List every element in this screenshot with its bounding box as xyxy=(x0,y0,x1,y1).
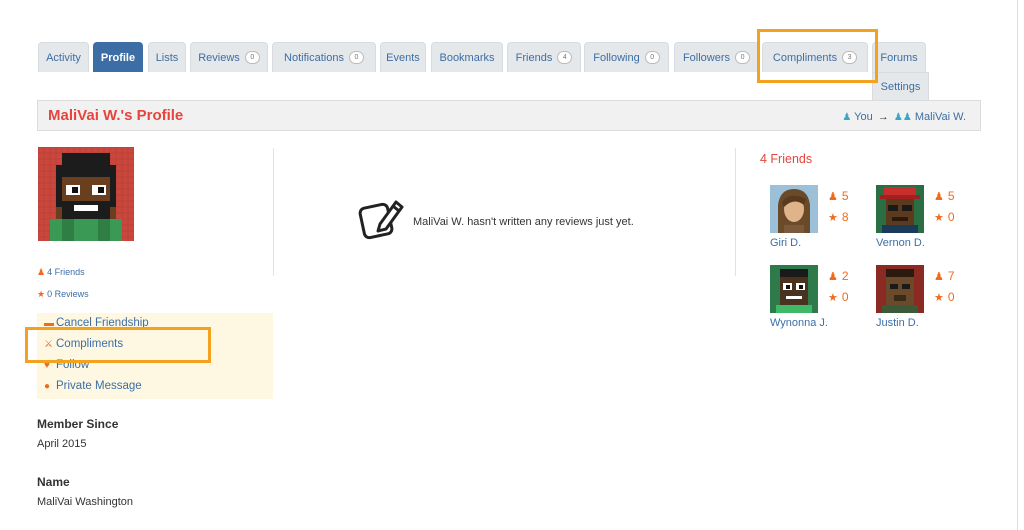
friends-stat-link[interactable]: ♟ 4 Friends xyxy=(37,267,85,278)
tab-settings[interactable]: Settings xyxy=(872,72,929,100)
friend-reviews-count: ★ 0 xyxy=(934,290,955,304)
breadcrumb-user-link[interactable]: MaliVai W. xyxy=(915,111,966,123)
friend-avatar[interactable] xyxy=(770,265,818,313)
compliments-tab-highlight xyxy=(757,29,878,83)
friend-card[interactable]: Wynonna J. ♟ 2 ★ 0 xyxy=(770,265,870,335)
star-icon: ★ xyxy=(828,292,838,304)
star-icon: ★ xyxy=(934,292,944,304)
users-icon: ♟ xyxy=(828,191,838,203)
notifications-count-badge: 0 xyxy=(348,50,364,64)
friend-friends-count: ♟ 7 xyxy=(934,269,955,283)
empty-reviews-message: MaliVai W. hasn't written any reviews ju… xyxy=(413,216,634,228)
friend-avatar[interactable] xyxy=(876,265,924,313)
tab-friends[interactable]: Friends 4 xyxy=(507,42,581,72)
users-icon: ♟ xyxy=(37,267,46,277)
friend-friends-count: ♟ 2 xyxy=(828,269,849,283)
name-label: Name xyxy=(37,475,70,489)
profile-header: MaliVai W.'s Profile ♟ You → ♟♟ MaliVai … xyxy=(37,100,981,131)
friend-avatar[interactable] xyxy=(876,185,924,233)
friend-card[interactable]: Giri D. ♟ 5 ★ 8 xyxy=(770,185,870,255)
column-divider xyxy=(735,148,736,276)
member-since-label: Member Since xyxy=(37,417,119,431)
compliments-action-highlight xyxy=(25,327,211,363)
page-frame: Activity Profile Lists Reviews 0 Notifica… xyxy=(0,0,1018,530)
arrow-right-icon: → xyxy=(877,111,889,123)
tab-notifications[interactable]: Notifications 0 xyxy=(272,42,376,72)
friend-reviews-count: ★ 8 xyxy=(828,210,849,224)
user-icon: ♟ xyxy=(842,112,852,123)
friend-name[interactable]: Vernon D. xyxy=(876,237,925,249)
friend-name[interactable]: Giri D. xyxy=(770,237,801,249)
users-icon: ♟♟ xyxy=(893,112,912,123)
reviews-stat-link[interactable]: ★ 0 Reviews xyxy=(37,289,89,300)
avatar[interactable] xyxy=(38,147,134,241)
tab-forums[interactable]: Forums xyxy=(872,42,926,72)
friend-friends-count: ♟ 5 xyxy=(828,189,849,203)
friend-card[interactable]: Justin D. ♟ 7 ★ 0 xyxy=(876,265,976,335)
breadcrumb-you-link[interactable]: You xyxy=(854,111,873,123)
column-divider xyxy=(273,148,274,276)
tab-lists[interactable]: Lists xyxy=(148,42,186,72)
tab-activity[interactable]: Activity xyxy=(38,42,89,72)
star-icon: ★ xyxy=(828,212,838,224)
name-value: MaliVai Washington xyxy=(37,496,133,508)
star-icon: ★ xyxy=(934,212,944,224)
users-icon: ♟ xyxy=(934,191,944,203)
friend-name[interactable]: Wynonna J. xyxy=(770,317,828,329)
friend-name[interactable]: Justin D. xyxy=(876,317,919,329)
friend-friends-count: ♟ 5 xyxy=(934,189,955,203)
tab-bookmarks[interactable]: Bookmarks xyxy=(431,42,503,72)
member-since-value: April 2015 xyxy=(37,438,87,450)
tab-profile[interactable]: Profile xyxy=(93,42,143,72)
private-message-button[interactable]: ● Private Message xyxy=(44,380,142,392)
tab-reviews[interactable]: Reviews 0 xyxy=(190,42,268,72)
friend-reviews-count: ★ 0 xyxy=(934,210,955,224)
friend-avatar[interactable] xyxy=(770,185,818,233)
page-title: MaliVai W.'s Profile xyxy=(48,107,184,124)
reviews-count-badge: 0 xyxy=(244,50,260,64)
users-icon: ♟ xyxy=(828,271,838,283)
following-count-badge: 0 xyxy=(644,50,660,64)
tab-events[interactable]: Events xyxy=(380,42,426,72)
tab-followers[interactable]: Followers 0 xyxy=(674,42,759,72)
friend-card[interactable]: Vernon D. ♟ 5 ★ 0 xyxy=(876,185,976,255)
friend-reviews-count: ★ 0 xyxy=(828,290,849,304)
friends-section-title: 4 Friends xyxy=(760,152,813,166)
breadcrumb: ♟ You → ♟♟ MaliVai W. xyxy=(842,111,966,123)
users-icon: ♟ xyxy=(934,271,944,283)
star-icon: ★ xyxy=(37,289,46,299)
comment-icon: ● xyxy=(44,381,51,392)
friends-count-badge: 4 xyxy=(557,50,573,64)
edit-icon xyxy=(358,200,404,240)
tab-following[interactable]: Following 0 xyxy=(584,42,669,72)
followers-count-badge: 0 xyxy=(735,50,751,64)
